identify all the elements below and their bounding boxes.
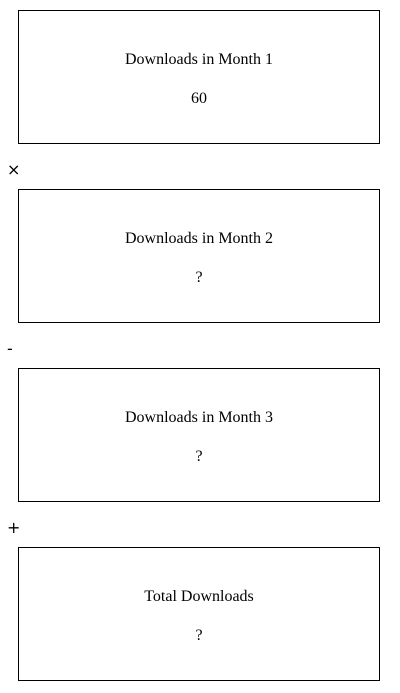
minus-operator: - bbox=[7, 339, 13, 358]
month-2-box: Downloads in Month 2 ? bbox=[18, 189, 380, 323]
month-3-value: ? bbox=[195, 448, 203, 465]
total-downloads-title: Total Downloads bbox=[144, 588, 254, 605]
month-3-title: Downloads in Month 3 bbox=[125, 409, 273, 426]
month-3-box: Downloads in Month 3 ? bbox=[18, 368, 380, 502]
month-1-title: Downloads in Month 1 bbox=[125, 51, 273, 68]
month-1-box: Downloads in Month 1 60 bbox=[18, 10, 380, 144]
total-downloads-value: ? bbox=[195, 627, 203, 644]
total-downloads-box: Total Downloads ? bbox=[18, 547, 380, 681]
month-2-value: ? bbox=[195, 269, 203, 286]
multiply-operator: × bbox=[7, 160, 21, 179]
plus-operator: + bbox=[7, 518, 21, 537]
month-2-title: Downloads in Month 2 bbox=[125, 230, 273, 247]
month-1-value: 60 bbox=[191, 90, 207, 107]
